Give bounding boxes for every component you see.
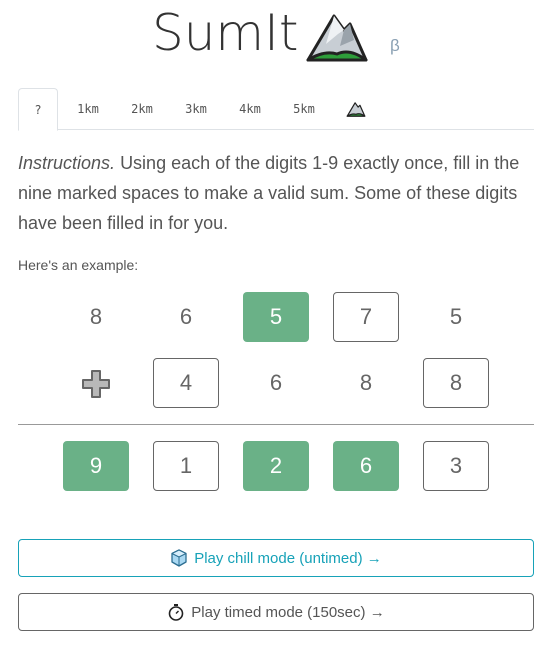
tab-1km[interactable]: 1km [68,88,108,130]
app-title: SumIt [152,4,299,62]
instructions-lead: Instructions. [18,153,116,173]
beta-badge: β [390,36,400,55]
tab-5km[interactable]: 5km [284,88,324,130]
example-digit: 8 [359,370,373,395]
plus-icon [82,370,110,398]
tab-4km[interactable]: 4km [230,88,270,130]
tab-help[interactable]: ? [18,88,58,131]
example-filled-cell: 2 [243,441,309,491]
example-digit: 8 [89,304,103,329]
tab-summit[interactable] [336,88,376,130]
play-chill-label: Play chill mode (untimed) → [194,549,382,567]
instructions: Instructions. Using each of the digits 1… [18,148,530,238]
tab-2km[interactable]: 2km [122,88,162,130]
example-blank-cell: 3 [423,441,489,491]
header: SumIt β [0,0,546,80]
ice-cube-icon [171,549,187,567]
example-filled-cell: 5 [243,292,309,342]
sum-divider [18,424,534,425]
difficulty-tabs: ? 1km 2km 3km 4km 5km [18,88,534,131]
example-blank-cell: 1 [153,441,219,491]
example-blank-cell: 8 [423,358,489,408]
stopwatch-icon [168,604,184,621]
example-digit: 5 [449,304,463,329]
example-blank-cell: 7 [333,292,399,342]
play-chill-button[interactable]: Play chill mode (untimed) → [18,539,534,577]
play-timed-button[interactable]: Play timed mode (150sec) → [18,593,534,631]
example-filled-cell: 9 [63,441,129,491]
example-blank-cell: 4 [153,358,219,408]
example-digit: 6 [179,304,193,329]
mountain-icon [346,101,366,117]
example-digit: 6 [269,370,283,395]
example-label: Here's an example: [18,257,139,273]
tab-3km[interactable]: 3km [176,88,216,130]
play-timed-label: Play timed mode (150sec) → [191,603,385,621]
example-filled-cell: 6 [333,441,399,491]
mountain-icon [306,14,368,62]
